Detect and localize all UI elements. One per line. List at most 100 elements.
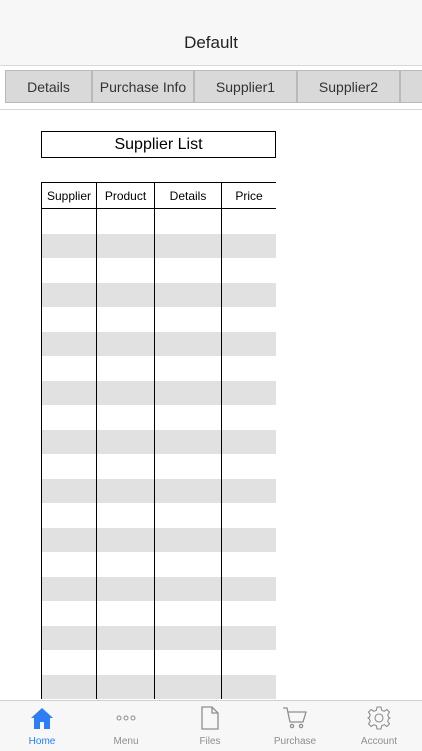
table-cell (221, 282, 276, 307)
table-cell (96, 601, 155, 626)
table-cell (96, 429, 155, 454)
table-cell (221, 429, 276, 454)
table-cell (41, 380, 97, 405)
table-cell (41, 552, 97, 577)
cart-icon (283, 707, 307, 729)
table-cell (96, 527, 155, 552)
tab-details[interactable]: Details (5, 70, 92, 103)
tab-supplier2[interactable]: Supplier2 (297, 70, 400, 103)
table-cell (221, 674, 276, 699)
table-row[interactable] (41, 576, 276, 601)
table-row[interactable] (41, 625, 276, 650)
tab-more[interactable] (400, 70, 422, 103)
table-cell (221, 576, 276, 601)
table-cell (41, 454, 97, 479)
table-row[interactable] (41, 552, 276, 577)
table-row[interactable] (41, 454, 276, 479)
table-cell (154, 503, 222, 528)
table-row[interactable] (41, 380, 276, 405)
table-cell (154, 233, 222, 258)
table-cell (154, 454, 222, 479)
table-cell (96, 650, 155, 675)
table-cell (154, 601, 222, 626)
table-cell (41, 601, 97, 626)
table-cell (96, 356, 155, 381)
table-cell (221, 503, 276, 528)
table-row[interactable] (41, 258, 276, 283)
table-row[interactable] (41, 405, 276, 430)
table-cell (96, 576, 155, 601)
tab-bar-menu-label: Menu (113, 736, 139, 747)
home-icon (31, 708, 53, 729)
tab-bar-files-label: Files (199, 736, 221, 747)
table-cell (221, 258, 276, 283)
table-cell (221, 380, 276, 405)
tab-bar-files[interactable]: Files (168, 701, 252, 751)
table-row[interactable] (41, 527, 276, 552)
table-cell (41, 208, 97, 234)
supplier-table: Supplier Product Details Price (41, 182, 276, 700)
menu-dots-icon (116, 715, 136, 721)
tab-bar-home[interactable]: Home (0, 701, 84, 751)
table-cell (221, 478, 276, 503)
table-row[interactable] (41, 233, 276, 258)
table-cell (96, 552, 155, 577)
table-row[interactable] (41, 429, 276, 454)
table-cell (154, 429, 222, 454)
table-cell (154, 380, 222, 405)
table-cell (154, 674, 222, 699)
tab-supplier1[interactable]: Supplier1 (194, 70, 297, 103)
table-cell (154, 405, 222, 430)
table-row[interactable] (41, 208, 276, 234)
table-cell (96, 503, 155, 528)
table-cell (154, 282, 222, 307)
table-cell (221, 552, 276, 577)
table-row[interactable] (41, 331, 276, 356)
table-cell (41, 331, 97, 356)
column-header-supplier: Supplier (41, 182, 97, 209)
table-row[interactable] (41, 503, 276, 528)
table-cell (221, 331, 276, 356)
table-row[interactable] (41, 307, 276, 332)
table-cell (41, 356, 97, 381)
table-cell (96, 307, 155, 332)
table-row[interactable] (41, 674, 276, 699)
tab-bar-purchase[interactable]: Purchase (253, 701, 337, 751)
table-cell (41, 674, 97, 699)
table-cell (41, 307, 97, 332)
table-cell (41, 282, 97, 307)
table-cell (221, 454, 276, 479)
table-cell (96, 454, 155, 479)
table-cell (154, 527, 222, 552)
table-cell (41, 576, 97, 601)
table-cell (154, 625, 222, 650)
table-cell (221, 208, 276, 234)
table-cell (221, 650, 276, 675)
tab-bar-account[interactable]: Account (337, 701, 421, 751)
table-row[interactable] (41, 356, 276, 381)
table-row[interactable] (41, 601, 276, 626)
column-header-details: Details (154, 182, 222, 209)
table-cell (96, 282, 155, 307)
table-cell (96, 331, 155, 356)
table-cell (221, 527, 276, 552)
tab-purchase-info[interactable]: Purchase Info (92, 70, 194, 103)
table-cell (154, 208, 222, 234)
table-cell (41, 478, 97, 503)
segment-tabs: Details Purchase Info Supplier1 Supplier… (0, 66, 422, 110)
table-cell (221, 625, 276, 650)
table-header-row: Supplier Product Details Price (41, 182, 276, 209)
tab-bar-home-label: Home (28, 736, 56, 747)
table-body (41, 208, 276, 699)
table-cell (96, 674, 155, 699)
table-cell (96, 380, 155, 405)
bottom-tab-bar: Home Menu Files Purchase Account (0, 700, 422, 751)
table-row[interactable] (41, 478, 276, 503)
navigation-bar: Default (0, 0, 422, 66)
table-row[interactable] (41, 282, 276, 307)
table-cell (154, 650, 222, 675)
tab-bar-purchase-label: Purchase (273, 736, 317, 747)
table-row[interactable] (41, 650, 276, 675)
tab-bar-menu[interactable]: Menu (84, 701, 168, 751)
table-cell (154, 552, 222, 577)
